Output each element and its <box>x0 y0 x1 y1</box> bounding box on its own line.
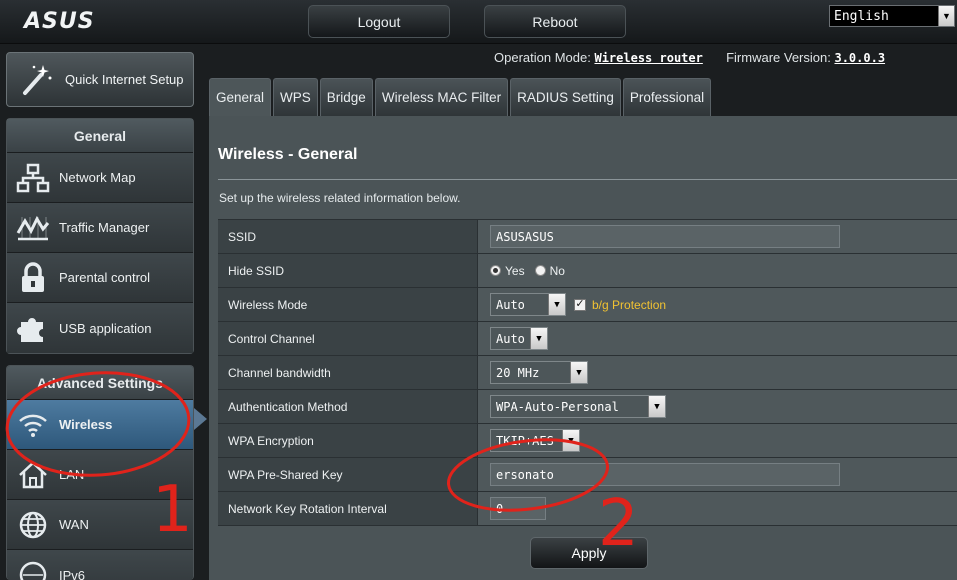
language-value: English <box>834 8 889 24</box>
chevron-down-icon[interactable]: ▼ <box>548 294 565 315</box>
control-channel-select[interactable]: Auto ▼ <box>490 327 548 350</box>
form-row-wireless-mode: Wireless Mode Auto ▼ ✓ b/g Protection <box>218 288 957 322</box>
network-map-icon <box>7 153 59 202</box>
form-row-control-channel: Control Channel Auto ▼ <box>218 322 957 356</box>
globe-icon <box>7 500 59 549</box>
traffic-manager-icon <box>7 203 59 252</box>
sidebar-item-wireless[interactable]: Wireless <box>7 400 193 450</box>
sidebar-item-label: Parental control <box>59 270 151 285</box>
tab-bar: General WPS Bridge Wireless MAC Filter R… <box>209 78 712 116</box>
wireless-mode-value: Auto <box>496 297 525 312</box>
tab-wireless-mac-filter[interactable]: Wireless MAC Filter <box>374 78 509 116</box>
sidebar-item-label: Traffic Manager <box>59 220 150 235</box>
hide-ssid-label: Hide SSID <box>218 254 478 287</box>
key-rotation-input[interactable]: 0 <box>490 497 546 520</box>
form-row-channel-bandwidth: Channel bandwidth 20 MHz ▼ <box>218 356 957 390</box>
annotation-number-1: 1 <box>152 473 193 547</box>
tab-professional[interactable]: Professional <box>622 78 712 116</box>
chevron-down-icon[interactable]: ▼ <box>648 396 665 417</box>
operation-mode-label: Operation Mode: <box>494 50 591 65</box>
radio-yes-label: Yes <box>505 263 525 278</box>
puzzle-icon <box>7 303 59 353</box>
sidebar-item-label: Network Map <box>59 170 136 185</box>
sidebar-item-traffic-manager[interactable]: Traffic Manager <box>7 203 193 253</box>
bg-protection-checkbox[interactable]: ✓ <box>574 298 586 311</box>
sidebar-item-parental-control[interactable]: Parental control <box>7 253 193 303</box>
annotation-number-2: 2 <box>598 487 639 561</box>
hide-ssid-no-radio[interactable]: No <box>534 263 565 278</box>
control-channel-label: Control Channel <box>218 322 478 355</box>
channel-bandwidth-select[interactable]: 20 MHz ▼ <box>490 361 588 384</box>
firmware-label: Firmware Version: <box>726 50 831 65</box>
ssid-label: SSID <box>218 220 478 253</box>
top-bar: ASUS Logout Reboot English ▼ <box>0 0 957 44</box>
form-row-auth-method: Authentication Method WPA-Auto-Personal ▼ <box>218 390 957 424</box>
asus-logo: ASUS <box>24 9 95 34</box>
sidebar-item-label: WAN <box>59 517 89 532</box>
quick-internet-setup-button[interactable]: Quick Internet Setup <box>6 52 194 107</box>
ipv6-icon <box>7 550 59 580</box>
firmware-link[interactable]: 3.0.0.3 <box>834 51 885 65</box>
bg-protection-label: b/g Protection <box>592 297 667 312</box>
auth-method-select[interactable]: WPA-Auto-Personal ▼ <box>490 395 666 418</box>
page-title: Wireless - General <box>218 146 358 163</box>
form-row-hide-ssid: Hide SSID Yes No <box>218 254 957 288</box>
tab-radius-setting[interactable]: RADIUS Setting <box>510 78 621 116</box>
lock-icon <box>7 253 59 302</box>
wpa-psk-input[interactable]: ersonato <box>490 463 840 486</box>
general-nav-group: General Network Map Traffic Manager Pare… <box>6 118 194 354</box>
home-icon <box>7 450 59 499</box>
logout-button[interactable]: Logout <box>308 5 450 38</box>
sidebar-item-label: IPv6 <box>59 567 86 580</box>
key-rotation-label: Network Key Rotation Interval <box>218 492 478 525</box>
operation-info: Operation Mode: Wireless router Firmware… <box>494 50 885 65</box>
wpa-encryption-select[interactable]: TKIP+AES ▼ <box>490 429 580 452</box>
sidebar-item-network-map[interactable]: Network Map <box>7 153 193 203</box>
channel-bandwidth-label: Channel bandwidth <box>218 356 478 389</box>
radio-selected-icon <box>490 265 501 276</box>
advanced-heading: Advanced Settings <box>7 366 193 400</box>
radio-unselected-icon <box>534 265 546 276</box>
magic-wand-icon <box>7 53 65 106</box>
sidebar-item-label: USB application <box>59 320 152 336</box>
tab-bridge[interactable]: Bridge <box>319 78 373 116</box>
active-item-pointer <box>194 408 207 430</box>
hide-ssid-yes-radio[interactable]: Yes <box>490 264 525 278</box>
sidebar-item-ipv6[interactable]: IPv6 <box>7 550 193 580</box>
sidebar-item-label: Wireless <box>59 417 113 432</box>
wireless-mode-select[interactable]: Auto ▼ <box>490 293 566 316</box>
sidebar-item-label: LAN <box>59 467 85 482</box>
ssid-input[interactable]: ASUSASUS <box>490 225 840 248</box>
auth-method-value: WPA-Auto-Personal <box>496 399 619 414</box>
main-panel: Wireless - General Set up the wireless r… <box>209 116 957 580</box>
tab-wps[interactable]: WPS <box>273 78 318 116</box>
settings-form: SSID ASUSASUS Hide SSID Yes No Wireless … <box>218 219 957 526</box>
radio-no-label: No <box>549 263 565 278</box>
channel-bandwidth-value: 20 MHz <box>496 365 540 380</box>
chevron-down-icon[interactable]: ▼ <box>562 430 579 451</box>
form-row-key-rotation: Network Key Rotation Interval 0 <box>218 492 957 526</box>
control-channel-value: Auto <box>496 331 525 346</box>
tab-general[interactable]: General <box>209 78 272 116</box>
general-heading: General <box>7 119 193 153</box>
chevron-down-icon[interactable]: ▼ <box>530 328 547 349</box>
wifi-icon <box>7 400 59 449</box>
form-row-ssid: SSID ASUSASUS <box>218 220 957 254</box>
title-divider <box>218 179 957 180</box>
form-row-wpa-encryption: WPA Encryption TKIP+AES ▼ <box>218 424 957 458</box>
reboot-button[interactable]: Reboot <box>484 5 626 38</box>
language-select[interactable]: English ▼ <box>829 5 955 27</box>
chevron-down-icon[interactable]: ▼ <box>938 6 954 26</box>
wireless-mode-label: Wireless Mode <box>218 288 478 321</box>
chevron-down-icon[interactable]: ▼ <box>570 362 587 383</box>
wpa-psk-label: WPA Pre-Shared Key <box>218 458 478 491</box>
page-description: Set up the wireless related information … <box>219 191 461 205</box>
sidebar-item-usb-application[interactable]: USB application <box>7 303 193 353</box>
quick-setup-label: Quick Internet Setup <box>65 71 184 87</box>
operation-mode-link[interactable]: Wireless router <box>594 51 702 65</box>
wpa-encryption-label: WPA Encryption <box>218 424 478 457</box>
auth-method-label: Authentication Method <box>218 390 478 423</box>
form-row-wpa-psk: WPA Pre-Shared Key ersonato <box>218 458 957 492</box>
wpa-encryption-value: TKIP+AES <box>496 433 554 448</box>
